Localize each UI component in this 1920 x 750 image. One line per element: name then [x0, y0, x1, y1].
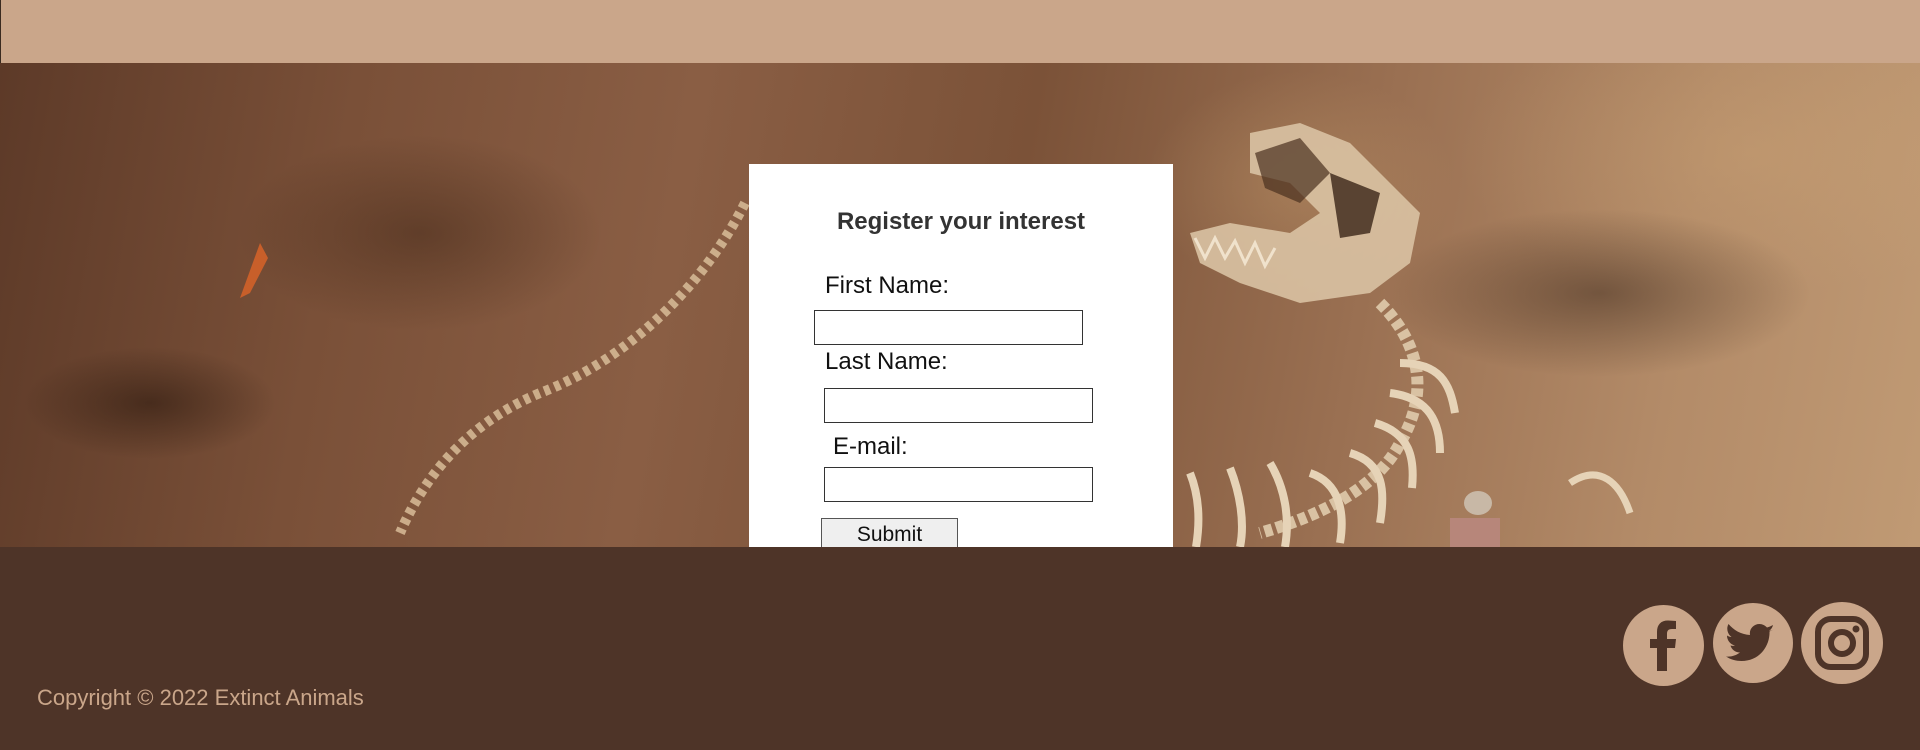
hero-banner: Register your interest First Name: Last … [0, 63, 1920, 547]
email-label: E-mail: [833, 433, 908, 460]
twitter-link[interactable] [1713, 603, 1793, 683]
form-title: Register your interest [836, 208, 1086, 235]
last-name-label: Last Name: [825, 348, 948, 375]
top-header-bar [0, 0, 1920, 63]
facebook-icon [1650, 620, 1676, 671]
instagram-icon [1815, 616, 1869, 670]
copyright-text: Copyright © 2022 Extinct Animals [37, 685, 364, 710]
twitter-icon [1726, 624, 1775, 661]
instagram-link[interactable] [1801, 602, 1883, 684]
first-name-label: First Name: [825, 272, 950, 299]
register-form-card: Register your interest First Name: Last … [749, 164, 1173, 547]
footer: Copyright © 2022 Extinct Animals [0, 547, 1920, 750]
email-input[interactable] [824, 467, 1093, 502]
facebook-link[interactable] [1623, 605, 1704, 686]
last-name-input[interactable] [824, 388, 1093, 423]
first-name-input[interactable] [814, 310, 1083, 345]
submit-button[interactable]: Submit [821, 518, 958, 547]
